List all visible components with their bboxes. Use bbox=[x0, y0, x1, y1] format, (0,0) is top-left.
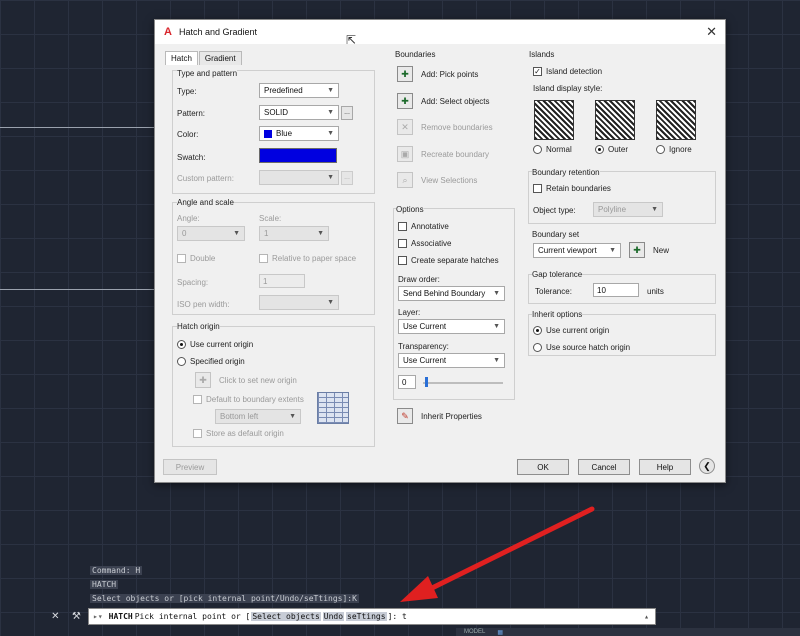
option-undo[interactable]: Undo bbox=[322, 612, 345, 621]
command-line-input[interactable]: ▸▾ HATCH Pick internal point or [ Select… bbox=[88, 608, 656, 625]
model-tab[interactable]: MODEL bbox=[464, 629, 485, 635]
option-settings[interactable]: seTtings bbox=[346, 612, 387, 621]
status-bar: MODEL ▦ bbox=[456, 628, 800, 636]
grid-icon[interactable]: ▦ bbox=[497, 629, 503, 636]
command-line-controls: ✕ ⚒ bbox=[45, 608, 87, 625]
command-name: HATCH bbox=[108, 612, 133, 621]
command-prompt-text: Pick internal point or [ bbox=[134, 612, 251, 621]
command-history-line: Command: H bbox=[90, 566, 143, 575]
option-select-objects[interactable]: Select objects bbox=[251, 612, 321, 621]
annotation-arrow bbox=[400, 506, 595, 602]
close-icon[interactable]: ✕ bbox=[51, 611, 59, 622]
command-expand-icon[interactable]: ▴ bbox=[644, 612, 649, 621]
command-history-line: HATCH bbox=[90, 580, 119, 589]
wrench-icon[interactable]: ⚒ bbox=[72, 611, 81, 622]
command-prompt-end: ]: t bbox=[387, 612, 407, 621]
command-history-line: Select objects or [pick internal point/U… bbox=[90, 594, 359, 603]
command-recent-icon[interactable]: ▸▾ bbox=[92, 612, 104, 621]
